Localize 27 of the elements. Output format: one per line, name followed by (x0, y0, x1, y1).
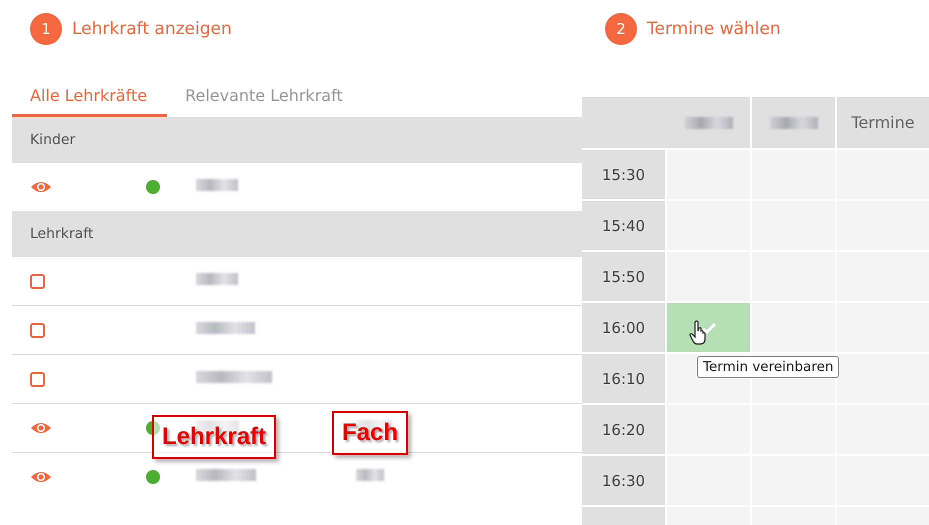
eye-icon[interactable] (30, 470, 52, 484)
step-title: Termine wählen (647, 18, 781, 38)
checkbox[interactable] (30, 274, 45, 288)
checkbox[interactable] (30, 322, 45, 338)
annotation-label: Lehrkraft (152, 415, 276, 459)
annotation-label: Fach (332, 411, 408, 455)
step-title: Lehrkraft anzeigen (72, 18, 232, 38)
time-label: 16:10 (582, 354, 665, 403)
step-number-badge: 2 (605, 12, 637, 44)
time-label: 15:40 (582, 201, 665, 250)
step-number-badge: 1 (30, 12, 62, 44)
slot-cell[interactable] (667, 303, 750, 352)
group-header: Kinder (12, 117, 582, 163)
time-label: 16:30 (582, 456, 665, 505)
group-header: Lehrkraft (12, 211, 582, 257)
time-label: 15:50 (582, 252, 665, 301)
tab[interactable]: Relevante Lehrkraft (167, 70, 363, 117)
tooltip: Termin vereinbaren (697, 356, 840, 378)
time-label: 15:30 (582, 150, 665, 199)
checkbox[interactable] (30, 372, 45, 386)
eye-icon[interactable] (30, 180, 52, 194)
eye-icon[interactable] (30, 421, 52, 435)
time-label: 16:20 (582, 405, 665, 454)
check-icon (702, 322, 716, 334)
time-label: 16:00 (582, 303, 665, 352)
slot-cell[interactable] (837, 354, 929, 403)
column-header: Termine (851, 113, 915, 132)
